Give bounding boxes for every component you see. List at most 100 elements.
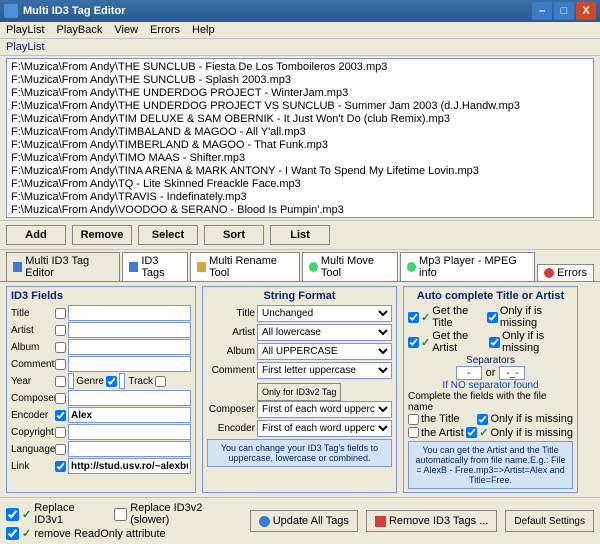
copyright-check[interactable] bbox=[55, 427, 66, 438]
playlist-item[interactable]: F:\Muzica\From Andy\THE UNDERDOG PROJECT… bbox=[11, 100, 589, 113]
select-button[interactable]: Select bbox=[138, 225, 198, 245]
replace-v2-check[interactable] bbox=[114, 508, 127, 521]
playlist-item[interactable]: F:\Muzica\From Andy\TQ - Lite Skinned Fr… bbox=[11, 178, 589, 191]
language-input[interactable] bbox=[68, 441, 191, 457]
language-check[interactable] bbox=[55, 444, 66, 455]
menu-bar: PlayList PlayBack View Errors Help bbox=[0, 22, 600, 39]
tab-editor[interactable]: Multi ID3 Tag Editor bbox=[6, 252, 120, 281]
close-button[interactable]: X bbox=[576, 2, 596, 20]
playlist-item[interactable]: F:\Muzica\From Andy\TRAVIS - Indefinatel… bbox=[11, 191, 589, 204]
complete-label: Complete the fields with the file name bbox=[408, 391, 573, 413]
remove-readonly-check[interactable] bbox=[6, 527, 19, 540]
app-icon bbox=[4, 4, 18, 18]
sf-album-select[interactable]: All UPPERCASE bbox=[257, 343, 392, 360]
artist-check[interactable] bbox=[55, 325, 66, 336]
year-check[interactable] bbox=[55, 376, 66, 387]
sort-button[interactable]: Sort bbox=[204, 225, 264, 245]
window-title: Multi ID3 Tag Editor bbox=[23, 5, 125, 17]
remove-button[interactable]: Remove bbox=[72, 225, 132, 245]
maximize-button[interactable]: □ bbox=[554, 2, 574, 20]
sf-title-select[interactable]: Unchanged bbox=[257, 305, 392, 322]
encoder-check[interactable] bbox=[55, 410, 66, 421]
rename-icon bbox=[197, 262, 206, 272]
sf-artist-select[interactable]: All lowercase bbox=[257, 324, 392, 341]
default-settings-button[interactable]: Default Settings bbox=[505, 510, 594, 532]
get-artist-check[interactable] bbox=[408, 337, 419, 348]
copyright-input[interactable] bbox=[68, 424, 191, 440]
sf-encoder-select[interactable]: First of each word uppercase bbox=[257, 420, 392, 437]
footer-bar: ✓Replace ID3v1 Replace ID3v2 (slower) ✓r… bbox=[0, 497, 600, 544]
id3-fields-panel: ID3 Fields Title Artist Album Comment Ye… bbox=[6, 286, 196, 493]
title-check[interactable] bbox=[55, 308, 66, 319]
comment-input[interactable] bbox=[68, 356, 191, 372]
tab-move[interactable]: Multi Move Tool bbox=[302, 252, 398, 281]
menu-errors[interactable]: Errors bbox=[150, 24, 180, 36]
playlist-item[interactable]: F:\Muzica\From Andy\THE UNDERDOG PROJECT… bbox=[11, 87, 589, 100]
artist-input[interactable] bbox=[68, 322, 191, 338]
link-input[interactable] bbox=[68, 458, 191, 474]
tab-rename[interactable]: Multi Rename Tool bbox=[190, 252, 300, 281]
sf-composer-select[interactable]: First of each word uppercase bbox=[257, 401, 392, 418]
window-titlebar: Multi ID3 Tag Editor – □ X bbox=[0, 0, 600, 22]
string-format-title: String Format bbox=[207, 290, 392, 302]
album-input[interactable] bbox=[68, 339, 191, 355]
link-check[interactable] bbox=[55, 461, 66, 472]
playlist-buttons: Add Remove Select Sort List bbox=[0, 220, 600, 250]
remove-tags-button[interactable]: Remove ID3 Tags ... bbox=[366, 510, 497, 532]
tab-errors[interactable]: Errors bbox=[537, 264, 594, 281]
tab-player[interactable]: Mp3 Player - MPEG info bbox=[400, 252, 535, 281]
only-missing-2[interactable] bbox=[489, 337, 500, 348]
playlist-item[interactable]: F:\Muzica\From Andy\TINA ARENA & MARK AN… bbox=[11, 165, 589, 178]
only-missing-1[interactable] bbox=[487, 312, 498, 323]
only-missing-4[interactable] bbox=[466, 427, 477, 438]
menu-help[interactable]: Help bbox=[192, 24, 215, 36]
get-title-check[interactable] bbox=[408, 312, 419, 323]
playlist-box[interactable]: F:\Muzica\From Andy\THE SUNCLUB - Fiesta… bbox=[6, 58, 594, 218]
comment-check[interactable] bbox=[55, 359, 66, 370]
auto-title: Auto complete Title or Artist bbox=[408, 290, 573, 302]
composer-input[interactable] bbox=[68, 390, 191, 406]
replace-v1-check[interactable] bbox=[6, 508, 19, 521]
track-check[interactable] bbox=[155, 376, 166, 387]
title-input[interactable] bbox=[68, 305, 191, 321]
the-artist-check[interactable] bbox=[408, 427, 419, 438]
player-icon bbox=[407, 262, 416, 272]
menu-view[interactable]: View bbox=[114, 24, 138, 36]
id3-fields-title: ID3 Fields bbox=[11, 290, 191, 302]
list-button[interactable]: List bbox=[270, 225, 330, 245]
menu-playlist[interactable]: PlayList bbox=[6, 24, 45, 36]
auto-hint: You can get the Artist and the Title aut… bbox=[408, 441, 573, 489]
encoder-input[interactable] bbox=[68, 407, 191, 423]
minimize-button[interactable]: – bbox=[532, 2, 552, 20]
only-missing-3[interactable] bbox=[477, 414, 488, 425]
add-button[interactable]: Add bbox=[6, 225, 66, 245]
sep1-input[interactable] bbox=[456, 366, 482, 380]
the-title-check[interactable] bbox=[408, 414, 419, 425]
playlist-label: PlayList bbox=[0, 39, 600, 56]
menu-playback[interactable]: PlayBack bbox=[57, 24, 103, 36]
year-input[interactable] bbox=[68, 373, 74, 389]
playlist-item[interactable]: F:\Muzica\From Andy\TIMBALAND & MAGOO - … bbox=[11, 126, 589, 139]
genre-input[interactable] bbox=[119, 373, 125, 389]
playlist-item[interactable]: F:\Muzica\From Andy\TIM DELUXE & SAM OBE… bbox=[11, 113, 589, 126]
only-id3v2-button[interactable]: Only for ID3v2 Tag bbox=[257, 383, 341, 401]
tab-bar: Multi ID3 Tag Editor ID3 Tags Multi Rena… bbox=[0, 250, 600, 282]
sep2-input[interactable] bbox=[499, 366, 525, 380]
genre-check[interactable] bbox=[106, 376, 117, 387]
playlist-item[interactable]: F:\Muzica\From Andy\THE SUNCLUB - Splash… bbox=[11, 74, 589, 87]
editor-icon bbox=[13, 262, 22, 272]
tags-icon bbox=[129, 262, 138, 272]
update-all-button[interactable]: Update All Tags bbox=[250, 510, 358, 532]
playlist-item[interactable]: F:\Muzica\From Andy\WEST SIDE STORY - I … bbox=[11, 217, 589, 218]
sf-comment-select[interactable]: First letter uppercase bbox=[257, 362, 392, 379]
playlist-item[interactable]: F:\Muzica\From Andy\THE SUNCLUB - Fiesta… bbox=[11, 61, 589, 74]
playlist-item[interactable]: F:\Muzica\From Andy\VOODOO & SERANO - Bl… bbox=[11, 204, 589, 217]
separators-label: Separators bbox=[408, 355, 573, 366]
album-check[interactable] bbox=[55, 342, 66, 353]
auto-complete-panel: Auto complete Title or Artist ✓Get the T… bbox=[403, 286, 578, 493]
tab-id3tags[interactable]: ID3 Tags bbox=[122, 252, 188, 281]
playlist-item[interactable]: F:\Muzica\From Andy\TIMBERLAND & MAGOO -… bbox=[11, 139, 589, 152]
string-format-panel: String Format TitleUnchanged ArtistAll l… bbox=[202, 286, 397, 493]
playlist-item[interactable]: F:\Muzica\From Andy\TIMO MAAS - Shifter.… bbox=[11, 152, 589, 165]
composer-check[interactable] bbox=[55, 393, 66, 404]
